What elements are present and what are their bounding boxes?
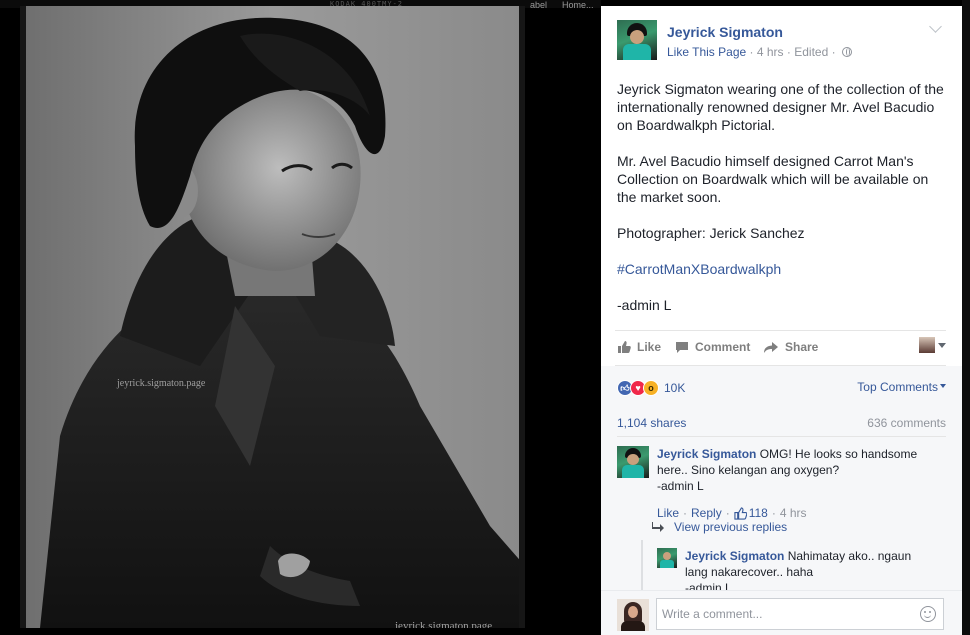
comment-time[interactable]: 4 hrs [780,506,807,520]
reply-arrow-icon [652,522,664,532]
comment-like-count[interactable]: 118 [734,506,768,520]
thumbs-up-icon [618,341,631,353]
top-comments-label: Top Comments [857,380,938,394]
photo-watermark: jeyrick.sigmaton.page [117,378,206,389]
view-previous-replies[interactable]: View previous replies [652,520,787,534]
tab-fragment: abel [530,0,548,10]
reactions-summary[interactable]: 👍︎ ♥ o 10K [617,378,685,398]
globe-icon[interactable] [841,47,852,57]
action-bar: Like Comment Share [615,330,946,366]
post-photo[interactable]: jeyrick.sigmaton.page jeyrick.sigmaton.p… [20,6,525,628]
post-text: Jeyrick Sigmaton wearing one of the coll… [617,80,949,332]
wow-reaction-icon: o [643,380,659,396]
reply-body: Jeyrick Sigmaton Nahimatay ako.. ngaun l… [685,548,925,590]
like-page-link[interactable]: Like This Page [667,45,746,59]
post-header: Jeyrick Sigmaton Like This Page · 4 hrs … [601,6,962,66]
emoji-icon[interactable] [920,606,936,622]
comment-composer [601,590,962,635]
post-paragraph: Jeyrick Sigmaton wearing one of the coll… [617,81,944,133]
hashtag-link[interactable]: #CarrotManXBoardwalkph [617,261,781,277]
comment-body: Jeyrick Sigmaton OMG! He looks so handso… [657,446,942,494]
page-avatar[interactable] [617,20,657,60]
avatar [919,337,935,353]
reaction-count[interactable]: 10K [664,381,685,395]
post-time[interactable]: 4 hrs [757,45,784,59]
view-previous-label: View previous replies [674,520,788,534]
share-comment-stats: 1,104 shares 636 comments [617,416,946,430]
comment-button[interactable]: Comment [675,340,750,354]
caret-down-icon [938,342,946,348]
share-arrow-icon [764,341,778,353]
divider [617,436,946,437]
post-paragraph: Mr. Avel Bacudio himself designed Carrot… [617,153,929,205]
like-label: Like [637,340,662,354]
comment-label: Comment [695,340,751,354]
window-edge [962,0,970,635]
like-button[interactable]: Like [617,340,661,354]
post-signature: -admin L [617,297,672,313]
comment-signature: -admin L [657,479,704,493]
share-button[interactable]: Share [763,340,818,354]
post-paragraph: Photographer: Jerick Sanchez [617,225,805,241]
thumbs-up-icon [734,506,747,520]
reply-signature: -admin L [685,581,732,590]
shares-link[interactable]: 1,104 shares [617,416,686,430]
chevron-down-icon[interactable] [929,20,942,33]
top-comments-dropdown[interactable]: Top Comments [857,380,946,394]
comment-author[interactable]: Jeyrick Sigmaton [657,447,756,461]
comment-like-link[interactable]: Like [657,506,679,520]
tab-fragment: Home... [562,0,594,10]
share-label: Share [785,340,819,354]
photo-watermark: jeyrick.sigmaton.page [395,620,493,628]
photo-theater: KODAK 400TMY-2 abel Home... jeyrick.sigm… [0,0,601,635]
comments-count[interactable]: 636 comments [867,416,946,430]
comment-actions: Like · Reply · 118 · 4 hrs [657,506,807,520]
reply-author[interactable]: Jeyrick Sigmaton [685,549,784,563]
avatar [617,599,649,631]
portrait-illustration [20,6,525,628]
post-panel: Jeyrick Sigmaton Like This Page · 4 hrs … [601,6,962,635]
page-name-link[interactable]: Jeyrick Sigmaton [667,24,783,40]
avatar[interactable] [617,446,649,478]
comment-reply-link[interactable]: Reply [691,506,722,520]
post-meta: Like This Page · 4 hrs · Edited · [667,45,852,59]
speech-bubble-icon [676,341,688,353]
caret-down-icon [940,384,946,388]
avatar[interactable] [657,548,677,568]
feedback-area: 👍︎ ♥ o 10K Top Comments 1,104 shares 636… [601,366,962,635]
post-as-selector[interactable] [919,337,946,353]
comment-input[interactable] [656,598,944,630]
edited-label[interactable]: Edited [794,45,828,59]
